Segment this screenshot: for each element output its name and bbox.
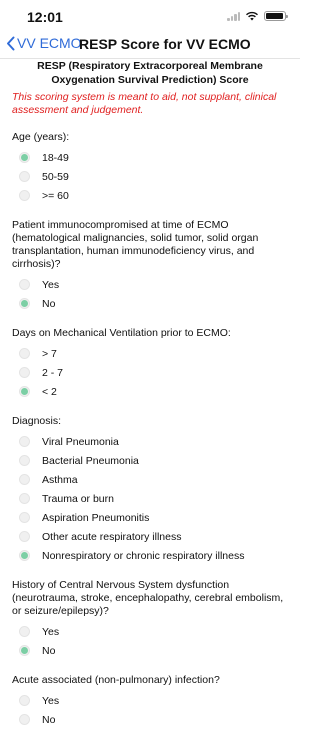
radio-option-label: Bacterial Pneumonia xyxy=(42,454,139,467)
radio-group: Yes No xyxy=(19,691,300,729)
radio-option-label: Yes xyxy=(42,625,60,638)
radio-option-label: >= 60 xyxy=(42,189,69,202)
radio-button[interactable] xyxy=(19,531,30,542)
radio-option[interactable]: No xyxy=(19,294,300,313)
score-form: RESP (Respiratory Extracorporeal Membran… xyxy=(0,59,300,729)
status-time: 12:01 xyxy=(27,9,63,25)
radio-group: Yes No xyxy=(19,622,300,660)
radio-option[interactable]: Yes xyxy=(19,622,300,641)
radio-option-label: 50-59 xyxy=(42,170,69,183)
radio-option-label: Yes xyxy=(42,694,60,707)
radio-option[interactable]: Yes xyxy=(19,275,300,294)
radio-button[interactable] xyxy=(19,152,30,163)
radio-option[interactable]: Bacterial Pneumonia xyxy=(19,451,300,470)
status-bar: 12:01 xyxy=(0,0,300,30)
radio-button[interactable] xyxy=(19,714,30,725)
radio-option[interactable]: Trauma or burn xyxy=(19,489,300,508)
disclaimer-text: This scoring system is meant to aid, not… xyxy=(12,91,277,116)
question-text: History of Central Nervous System dysfun… xyxy=(12,579,284,617)
radio-option-label: No xyxy=(42,713,56,726)
radio-button[interactable] xyxy=(19,348,30,359)
radio-button[interactable] xyxy=(19,645,30,656)
radio-button[interactable] xyxy=(19,436,30,447)
radio-button[interactable] xyxy=(19,474,30,485)
question-list: Age (years): 18-49 50-59 >= 60 Patient immun… xyxy=(0,131,300,729)
radio-option-label: Asthma xyxy=(42,473,78,486)
radio-option-label: < 2 xyxy=(42,385,57,398)
chevron-left-icon xyxy=(7,36,15,50)
radio-group: > 7 2 - 7 < 2 xyxy=(19,344,300,401)
radio-option[interactable]: Other acute respiratory illness xyxy=(19,527,300,546)
radio-button[interactable] xyxy=(19,550,30,561)
radio-button[interactable] xyxy=(19,512,30,523)
battery-icon xyxy=(264,11,288,21)
navigation-bar: VV ECMO RESP Score for VV ECMO xyxy=(0,31,300,59)
cellular-signal-icon xyxy=(227,11,240,21)
radio-option[interactable]: Yes xyxy=(19,691,300,710)
radio-button[interactable] xyxy=(19,298,30,309)
radio-group: 18-49 50-59 >= 60 xyxy=(19,148,300,205)
back-button[interactable]: VV ECMO xyxy=(6,35,82,51)
radio-button[interactable] xyxy=(19,386,30,397)
radio-option-label: Other acute respiratory illness xyxy=(42,530,182,543)
radio-button[interactable] xyxy=(19,493,30,504)
radio-group: Yes No xyxy=(19,275,300,313)
question-text: Days on Mechanical Ventilation prior to … xyxy=(12,327,231,339)
radio-button[interactable] xyxy=(19,695,30,706)
radio-option-label: 2 - 7 xyxy=(42,366,64,379)
radio-button[interactable] xyxy=(19,455,30,466)
radio-option-label: Aspiration Pneumonitis xyxy=(42,511,150,524)
radio-option[interactable]: < 2 xyxy=(19,382,300,401)
score-title: RESP (Respiratory Extracorporeal Membran… xyxy=(37,60,263,86)
radio-option[interactable]: Aspiration Pneumonitis xyxy=(19,508,300,527)
radio-button[interactable] xyxy=(19,190,30,201)
question-text: Patient immunocompromised at time of ECM… xyxy=(12,219,259,270)
radio-option[interactable]: Viral Pneumonia xyxy=(19,432,300,451)
radio-option-label: 18-49 xyxy=(42,151,69,164)
radio-option[interactable]: No xyxy=(19,710,300,729)
radio-option[interactable]: No xyxy=(19,641,300,660)
status-icons xyxy=(227,11,288,21)
radio-button[interactable] xyxy=(19,279,30,290)
radio-option-label: Yes xyxy=(42,278,60,291)
radio-option[interactable]: >= 60 xyxy=(19,186,300,205)
radio-option-label: > 7 xyxy=(42,347,57,360)
radio-option-label: Nonrespiratory or chronic respiratory il… xyxy=(42,549,245,562)
radio-option-label: Trauma or burn xyxy=(42,492,114,505)
radio-option-label: No xyxy=(42,297,56,310)
question-text: Diagnosis: xyxy=(12,415,62,427)
radio-option-label: Viral Pneumonia xyxy=(42,435,119,448)
back-button-label: VV ECMO xyxy=(17,35,82,51)
radio-option[interactable]: 50-59 xyxy=(19,167,300,186)
radio-option[interactable]: Nonrespiratory or chronic respiratory il… xyxy=(19,546,300,565)
wifi-icon xyxy=(246,11,258,21)
radio-group: Viral Pneumonia Bacterial Pneumonia Asthma… xyxy=(19,432,300,565)
radio-option[interactable]: > 7 xyxy=(19,344,300,363)
radio-option[interactable]: 18-49 xyxy=(19,148,300,167)
radio-option[interactable]: 2 - 7 xyxy=(19,363,300,382)
question-text: Acute associated (non-pulmonary) infecti… xyxy=(12,674,220,686)
radio-button[interactable] xyxy=(19,367,30,378)
radio-button[interactable] xyxy=(19,626,30,637)
question-text: Age (years): xyxy=(12,131,70,143)
radio-button[interactable] xyxy=(19,171,30,182)
page-title: RESP Score for VV ECMO xyxy=(79,36,251,52)
radio-option[interactable]: Asthma xyxy=(19,470,300,489)
radio-option-label: No xyxy=(42,644,56,657)
